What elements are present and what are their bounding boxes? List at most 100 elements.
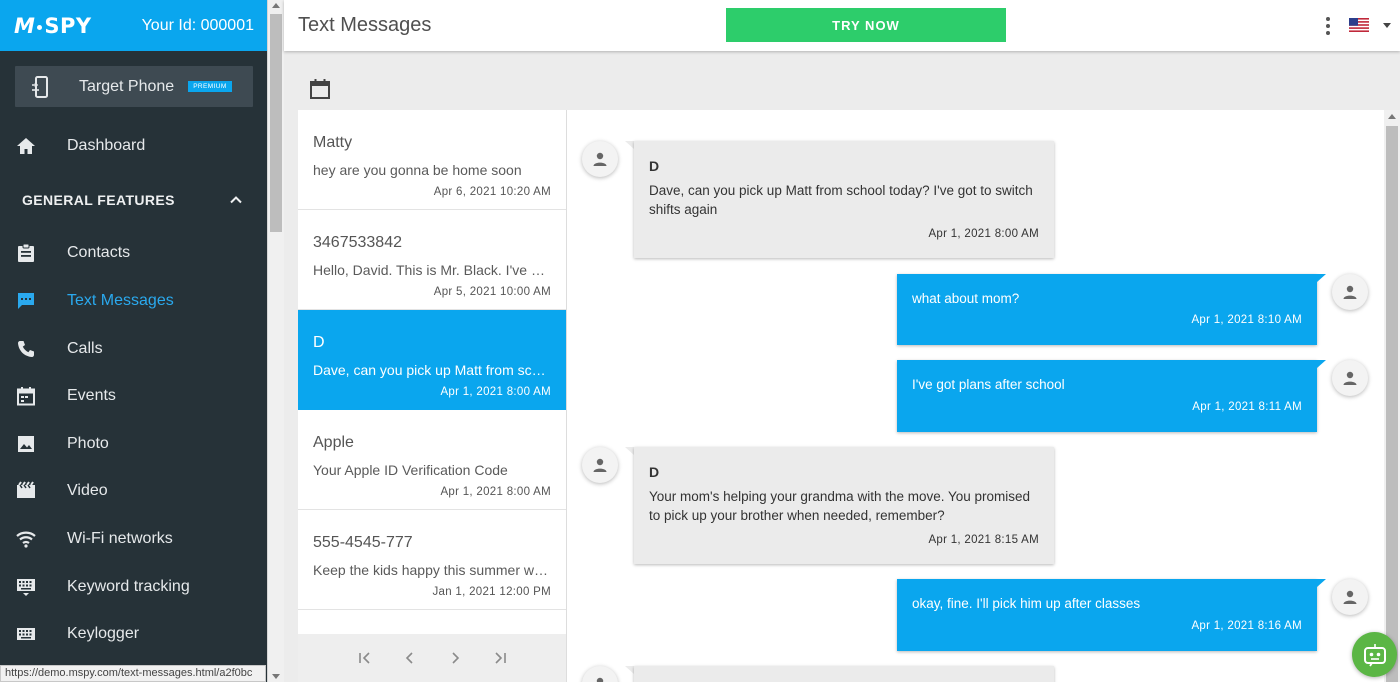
message-bubble-outgoing: I've got plans after school Apr 1, 2021 … bbox=[897, 360, 1317, 432]
conversation-item-selected[interactable]: D Dave, can you pick up Matt from school… bbox=[298, 310, 566, 410]
scroll-down-arrow-icon[interactable] bbox=[272, 674, 280, 679]
conversation-date: Apr 1, 2021 8:00 AM bbox=[440, 486, 551, 498]
message-time: Apr 1, 2021 8:16 AM bbox=[1191, 620, 1302, 632]
message-text: okay, fine. I'll pick him up after class… bbox=[912, 596, 1141, 611]
wifi-icon bbox=[16, 529, 36, 549]
sidebar-item-wifi-networks[interactable]: Wi-Fi networks bbox=[0, 515, 268, 563]
calendar-icon[interactable] bbox=[309, 78, 331, 100]
chevron-up-icon bbox=[230, 195, 242, 203]
sidebar-scrollbar[interactable] bbox=[267, 0, 284, 682]
scroll-up-arrow-icon[interactable] bbox=[1388, 114, 1396, 119]
phone-icon bbox=[16, 339, 36, 359]
bubble-tail bbox=[625, 666, 634, 674]
sidebar-item-photo[interactable]: Photo bbox=[0, 420, 268, 468]
conversation-name: 555-4545-777 bbox=[313, 534, 413, 551]
clipboard-icon bbox=[16, 243, 36, 263]
message-text: what about mom? bbox=[912, 291, 1020, 306]
last-page-icon[interactable] bbox=[477, 643, 522, 673]
avatar-icon bbox=[582, 666, 618, 682]
conversation-item[interactable]: Matty hey are you gonna be home soon Apr… bbox=[298, 110, 566, 210]
sidebar-item-events[interactable]: Events bbox=[0, 372, 268, 420]
top-bar: Text Messages TRY NOW bbox=[284, 0, 1400, 51]
premium-badge: PREMIUM bbox=[188, 81, 232, 92]
next-page-icon[interactable] bbox=[432, 643, 477, 673]
conversation-preview: Hello, David. This is Mr. Black. I've no… bbox=[313, 262, 551, 278]
conversation-date: Apr 5, 2021 10:00 AM bbox=[433, 286, 551, 298]
first-page-icon[interactable] bbox=[342, 643, 387, 673]
phone-sync-icon bbox=[32, 75, 48, 98]
sidebar-item-label: Keylogger bbox=[67, 625, 140, 643]
pagination bbox=[298, 634, 566, 682]
conversation-date: Jan 1, 2021 12:00 PM bbox=[432, 586, 551, 598]
mspy-logo[interactable]: M SPY bbox=[14, 14, 92, 38]
bubble-tail bbox=[1317, 274, 1326, 282]
message-icon bbox=[16, 291, 36, 311]
try-now-button[interactable]: TRY NOW bbox=[726, 8, 1006, 42]
scrollbar-thumb[interactable] bbox=[1386, 126, 1398, 682]
conversation-item[interactable]: 555-4545-777 Keep the kids happy this su… bbox=[298, 510, 566, 610]
sidebar-item-label: Calls bbox=[67, 339, 103, 357]
previous-page-icon[interactable] bbox=[387, 643, 432, 673]
conversation-item[interactable]: 3467533842 Hello, David. This is Mr. Bla… bbox=[298, 210, 566, 310]
message-bubble-incoming bbox=[634, 666, 1054, 682]
conversation-item[interactable]: Apple Your Apple ID Verification Code Ap… bbox=[298, 410, 566, 510]
conversation-date: Apr 6, 2021 10:20 AM bbox=[433, 186, 551, 198]
message-thread-scrollbar[interactable] bbox=[1384, 110, 1400, 682]
bubble-tail bbox=[1317, 579, 1326, 587]
conversation-preview: Your Apple ID Verification Code bbox=[313, 462, 508, 478]
section-header-label: GENERAL FEATURES bbox=[22, 191, 175, 208]
home-icon bbox=[16, 136, 36, 156]
date-filter-bar bbox=[298, 60, 1398, 110]
sidebar-item-video[interactable]: Video bbox=[0, 468, 268, 516]
chat-support-button[interactable] bbox=[1352, 632, 1397, 677]
message-text: Your mom's helping your grandma with the… bbox=[649, 489, 1031, 523]
sidebar-item-label: Text Messages bbox=[67, 291, 174, 309]
page-title: Text Messages bbox=[298, 14, 432, 36]
avatar-icon bbox=[1332, 274, 1368, 310]
scrollbar-thumb[interactable] bbox=[270, 14, 282, 232]
sidebar-item-calls[interactable]: Calls bbox=[0, 325, 268, 373]
sidebar-item-keyword-tracking[interactable]: Keyword tracking bbox=[0, 563, 268, 611]
keyboard-icon bbox=[16, 577, 36, 597]
message-bubble-outgoing: okay, fine. I'll pick him up after class… bbox=[897, 579, 1317, 651]
sidebar-item-contacts[interactable]: Contacts bbox=[0, 230, 268, 278]
scroll-up-arrow-icon[interactable] bbox=[272, 3, 280, 8]
message-sender: D bbox=[649, 158, 660, 174]
sidebar-item-label: Events bbox=[67, 387, 116, 405]
sidebar-item-keylogger[interactable]: Keylogger bbox=[0, 610, 268, 658]
message-bubble-outgoing: what about mom? Apr 1, 2021 8:10 AM bbox=[897, 274, 1317, 345]
sidebar-item-dashboard[interactable]: Dashboard bbox=[0, 122, 268, 170]
logo-text: SPY bbox=[44, 13, 92, 38]
logo-m: M bbox=[14, 13, 36, 38]
bubble-tail bbox=[625, 447, 634, 455]
conversation-name: Apple bbox=[313, 434, 354, 451]
sidebar-item-label: Wi-Fi networks bbox=[67, 529, 173, 547]
avatar-icon bbox=[582, 141, 618, 177]
image-icon bbox=[16, 434, 36, 454]
message-sender: D bbox=[649, 464, 660, 480]
sidebar-item-text-messages[interactable]: Text Messages bbox=[0, 277, 268, 325]
more-vertical-icon[interactable] bbox=[1324, 16, 1332, 36]
language-dropdown-caret-icon[interactable] bbox=[1383, 23, 1391, 28]
chatbot-icon bbox=[1363, 643, 1386, 666]
message-time: Apr 1, 2021 8:11 AM bbox=[1192, 401, 1302, 413]
message-bubble-incoming: D Your mom's helping your grandma with t… bbox=[634, 447, 1054, 564]
avatar-icon bbox=[582, 447, 618, 483]
sidebar-item-label: Video bbox=[67, 482, 108, 500]
message-time: Apr 1, 2021 8:10 AM bbox=[1191, 314, 1302, 326]
sidebar-item-label: Photo bbox=[67, 434, 109, 452]
conversation-date: Apr 1, 2021 8:00 AM bbox=[440, 386, 551, 398]
us-flag-icon[interactable] bbox=[1349, 18, 1369, 32]
conversation-list: Matty hey are you gonna be home soon Apr… bbox=[298, 110, 567, 682]
avatar-icon bbox=[1332, 360, 1368, 396]
message-text: Dave, can you pick up Matt from school t… bbox=[649, 183, 1033, 217]
logo-dot bbox=[37, 24, 43, 30]
status-bar-url: https://demo.mspy.com/text-messages.html… bbox=[0, 665, 266, 682]
message-thread: D Dave, can you pick up Matt from school… bbox=[567, 110, 1384, 682]
video-icon bbox=[16, 481, 36, 501]
general-features-header[interactable]: GENERAL FEATURES bbox=[0, 170, 268, 230]
conversation-name: Matty bbox=[313, 134, 353, 151]
target-phone-selector[interactable]: Target Phone PREMIUM bbox=[15, 66, 253, 107]
sidebar-item-label: Dashboard bbox=[67, 136, 146, 154]
message-time: Apr 1, 2021 8:00 AM bbox=[928, 228, 1039, 240]
